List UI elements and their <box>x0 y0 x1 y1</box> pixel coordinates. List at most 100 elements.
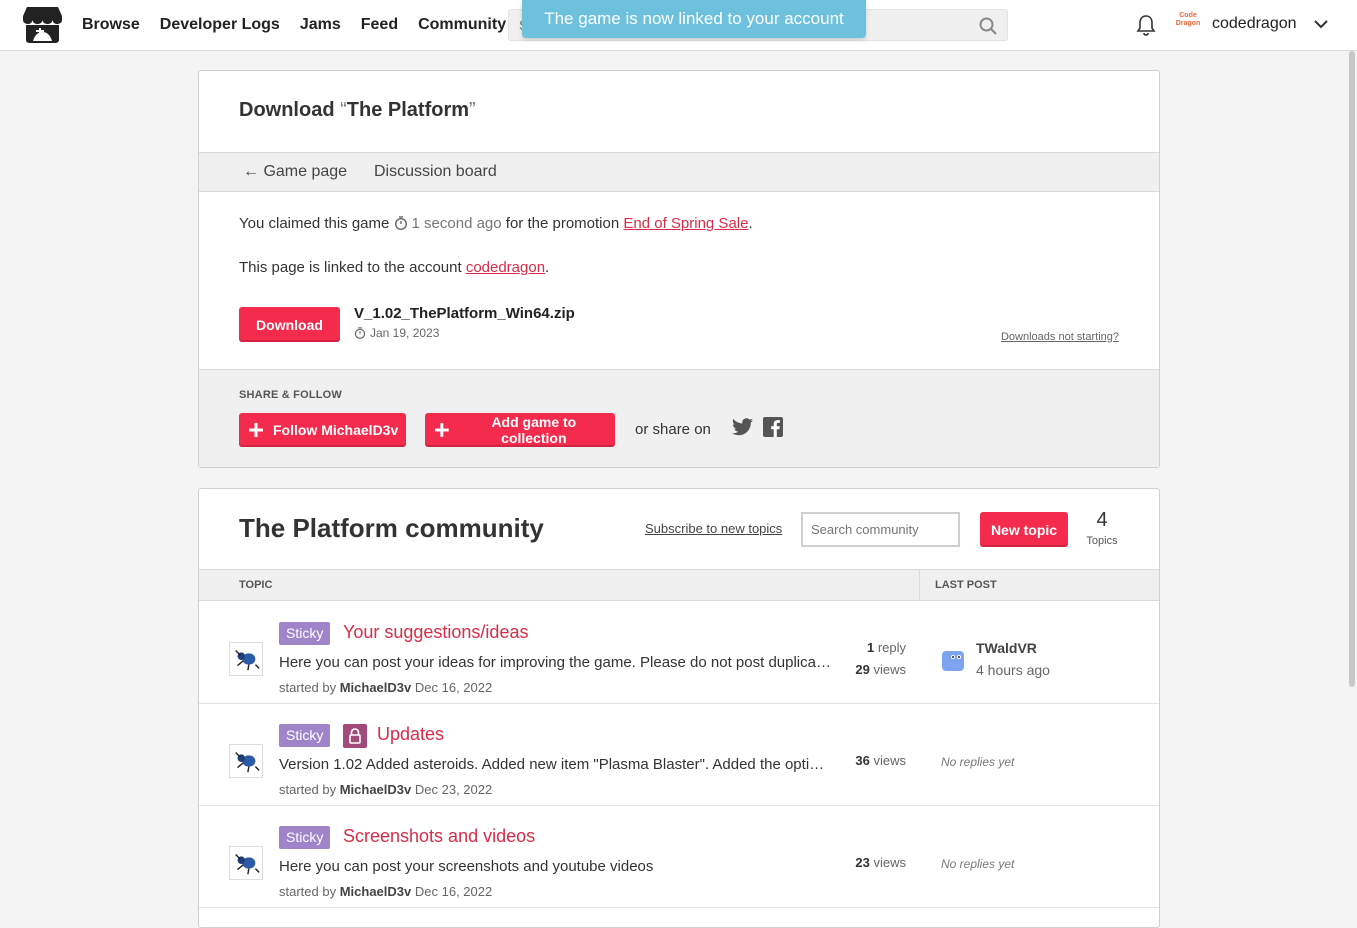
author-avatar[interactable] <box>229 744 263 778</box>
topic-count-label: Topics <box>1086 535 1118 547</box>
views-label: views <box>873 662 906 677</box>
views-label: views <box>873 753 906 768</box>
topic-started-by: started by MichaelD3v Dec 16, 2022 <box>279 884 492 899</box>
author-avatar[interactable] <box>229 846 263 880</box>
column-topic: TOPIC <box>239 579 273 591</box>
author-avatar[interactable] <box>229 642 263 676</box>
topic-title[interactable]: Screenshots and videos <box>343 826 535 847</box>
twitter-icon[interactable] <box>732 418 753 436</box>
share-on-text: or share on <box>635 421 711 438</box>
follow-button[interactable]: Follow MichaelD3v <box>239 413 406 447</box>
arrow-left-icon: ← <box>243 163 264 180</box>
page-scrollbar[interactable] <box>1349 51 1355 687</box>
linked-toast: The game is now linked to your account <box>522 0 866 38</box>
download-button[interactable]: Download <box>239 307 340 342</box>
main-nav: Browse Developer Logs Jams Feed Communit… <box>82 0 526 50</box>
title-game-name: The Platform <box>346 99 470 121</box>
topic-count: 4 <box>1096 509 1108 531</box>
linked-info: This page is linked to the account coded… <box>239 259 550 276</box>
downloads-not-starting-link[interactable]: Downloads not starting? <box>1001 331 1119 343</box>
title-prefix: Download <box>239 99 335 121</box>
tab-game-page[interactable]: ← Game page <box>243 163 347 181</box>
topic-title[interactable]: Your suggestions/ideas <box>343 622 528 643</box>
topic-author[interactable]: MichaelD3v <box>340 782 412 797</box>
plus-icon <box>435 423 449 437</box>
no-replies-text: No replies yet <box>941 857 1015 871</box>
new-topic-button[interactable]: New topic <box>980 512 1068 547</box>
started-by-label: started by <box>279 782 337 797</box>
bell-icon[interactable] <box>1136 14 1156 36</box>
sticky-badge: Sticky <box>279 826 331 849</box>
topic-excerpt: Version 1.02 Added asteroids. Added new … <box>279 756 831 773</box>
add-to-collection-button[interactable]: Add game to collection <box>425 413 615 447</box>
share-follow-section: SHARE & FOLLOW Follow MichaelD3v Add gam… <box>199 369 1159 467</box>
stopwatch-icon <box>354 327 366 339</box>
follow-label: Follow MichaelD3v <box>273 422 399 438</box>
started-by-label: started by <box>279 884 337 899</box>
topic-title[interactable]: Updates <box>377 724 444 745</box>
page-title: Download “The Platform” <box>239 99 476 122</box>
nav-jams[interactable]: Jams <box>300 16 341 34</box>
itch-logo-icon[interactable] <box>23 7 62 43</box>
linked-text: This page is linked to the account <box>239 259 462 276</box>
facebook-icon[interactable] <box>763 417 783 437</box>
tab-game-page-label: Game page <box>263 163 348 180</box>
search-icon[interactable] <box>979 17 997 35</box>
sticky-badge: Sticky <box>279 622 331 645</box>
nav-community[interactable]: Community <box>418 16 506 34</box>
linked-account-link[interactable]: codedragon <box>466 259 545 276</box>
file-date-text: Jan 19, 2023 <box>370 326 440 340</box>
topic-views: 23 views <box>855 855 906 870</box>
views-count: 36 <box>855 753 870 768</box>
topic-replies: 1 reply <box>867 640 906 655</box>
collection-label: Add game to collection <box>491 414 577 446</box>
share-heading: SHARE & FOLLOW <box>239 389 343 401</box>
subscribe-link[interactable]: Subscribe to new topics <box>645 521 782 536</box>
stopwatch-icon <box>394 216 407 230</box>
topic-started-by: started by MichaelD3v Dec 16, 2022 <box>279 680 492 695</box>
column-divider <box>919 570 920 601</box>
no-replies-text: No replies yet <box>941 755 1015 769</box>
promo-link[interactable]: End of Spring Sale <box>623 215 748 232</box>
top-bar: Browse Developer Logs Jams Feed Communit… <box>0 0 1357 51</box>
sticky-badge: Sticky <box>279 724 331 747</box>
claim-text: You claimed this game <box>239 215 390 232</box>
last-post-time: 4 hours ago <box>976 662 1050 678</box>
chevron-down-icon[interactable] <box>1313 18 1329 30</box>
username[interactable]: codedragon <box>1212 15 1297 33</box>
user-avatar[interactable]: Code Dragon <box>1174 12 1202 36</box>
topic-views: 29 views <box>855 662 906 677</box>
download-tabs: ← Game page Discussion board <box>199 152 1159 192</box>
title-close-quote: ” <box>469 99 476 121</box>
nav-feed[interactable]: Feed <box>361 16 398 34</box>
claim-info: You claimed this game 1 second ago for t… <box>239 215 753 232</box>
topic-row[interactable]: Sticky Updates Version 1.02 Added astero… <box>199 704 1159 806</box>
started-by-label: started by <box>279 680 337 695</box>
file-date: Jan 19, 2023 <box>354 326 439 340</box>
topic-row[interactable]: Sticky Your suggestions/ideas Here you c… <box>199 602 1159 704</box>
community-search-input[interactable] <box>801 512 960 547</box>
column-last-post: LAST POST <box>935 579 997 591</box>
tab-discussion-board[interactable]: Discussion board <box>374 163 497 181</box>
last-poster-name[interactable]: TWaldVR <box>976 640 1037 656</box>
lock-icon <box>343 724 367 748</box>
nav-developer-logs[interactable]: Developer Logs <box>160 16 280 34</box>
topic-views: 36 views <box>855 753 906 768</box>
claim-ago: 1 second ago <box>411 215 502 232</box>
views-count: 29 <box>855 662 870 677</box>
community-title: The Platform community <box>239 513 544 543</box>
views-count: 23 <box>855 855 870 870</box>
replies-count: 1 <box>866 640 875 655</box>
download-panel: Download “The Platform” ← Game page Disc… <box>198 70 1160 468</box>
topic-excerpt: Here you can post your screenshots and y… <box>279 858 654 875</box>
file-name: V_1.02_ThePlatform_Win64.zip <box>354 305 575 322</box>
topic-author[interactable]: MichaelD3v <box>340 884 412 899</box>
last-poster-avatar[interactable] <box>940 647 966 673</box>
topic-table-header: TOPIC LAST POST <box>199 569 1159 601</box>
topic-row[interactable]: Sticky Screenshots and videos Here you c… <box>199 806 1159 908</box>
topic-author[interactable]: MichaelD3v <box>340 680 412 695</box>
topic-date: Dec 16, 2022 <box>414 884 493 899</box>
title-open-quote: “ <box>340 99 347 121</box>
nav-browse[interactable]: Browse <box>82 16 140 34</box>
topic-started-by: started by MichaelD3v Dec 23, 2022 <box>279 782 492 797</box>
